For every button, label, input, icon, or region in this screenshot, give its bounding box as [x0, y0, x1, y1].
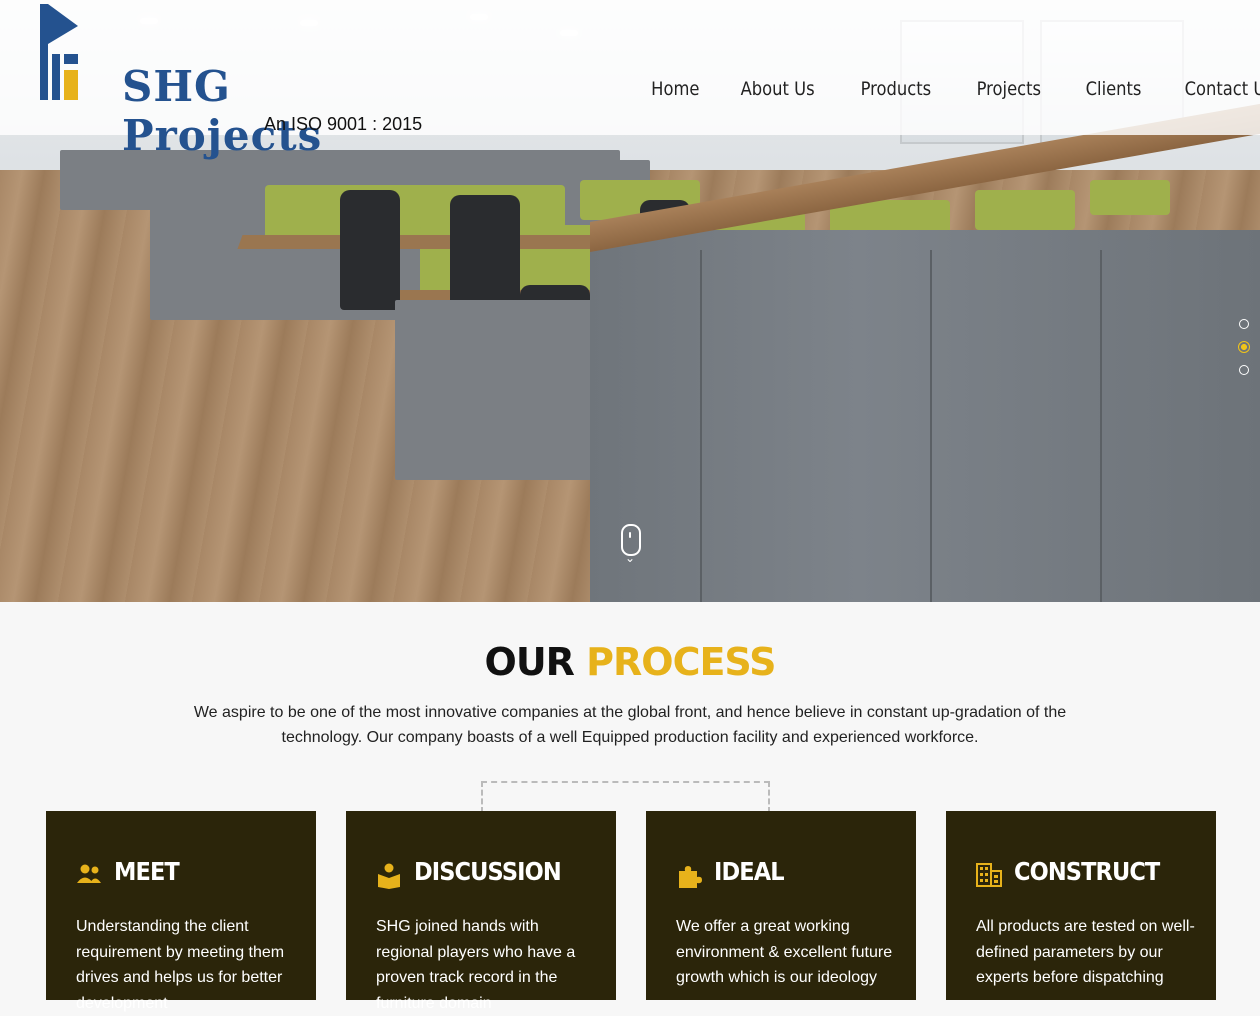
section-title: OUR PROCESS — [0, 640, 1260, 684]
book-reader-icon — [376, 863, 402, 889]
puzzle-icon — [676, 863, 702, 889]
building-icon — [976, 863, 1002, 889]
card-text: All products are tested on well-defined … — [976, 918, 1195, 986]
process-card-ideal: IDEAL We offer a great working environme… — [646, 811, 916, 1000]
nav-contact-us[interactable]: Contact Us — [1170, 78, 1260, 100]
office-chair — [340, 190, 400, 310]
card-text: Understanding the client requirement by … — [76, 918, 285, 1012]
process-card-meet: MEET Understanding the client requiremen… — [46, 811, 316, 1012]
office-desk-row — [395, 300, 595, 480]
process-card-construct: CONSTRUCT All products are tested on wel… — [946, 811, 1216, 1000]
card-title: IDEAL — [714, 857, 785, 886]
hero-slider: SHG Projects An ISO 9001 : 2015 Home Abo… — [0, 0, 1260, 602]
slider-dot[interactable] — [1239, 365, 1249, 375]
brand-tagline: An ISO 9001 : 2015 — [264, 114, 423, 134]
process-connector — [481, 781, 770, 813]
chevron-down-icon: ⌄ — [625, 551, 636, 565]
cabinet-seam — [700, 250, 702, 602]
section-title-dark: OUR — [484, 640, 575, 684]
nav-clients[interactable]: Clients — [1071, 78, 1156, 100]
nav-about-us[interactable]: About Us — [726, 78, 829, 100]
logo-flag-icon — [40, 4, 78, 100]
users-icon — [76, 863, 102, 889]
section-description: We aspire to be one of the most innovati… — [193, 704, 1067, 746]
slider-dot[interactable] — [1239, 319, 1249, 329]
nav-projects[interactable]: Projects — [962, 78, 1056, 100]
slider-dot-active[interactable] — [1238, 341, 1250, 353]
card-text: We offer a great working environment & e… — [676, 918, 893, 986]
desk-partition — [1090, 180, 1170, 215]
cabinet-seam — [930, 250, 932, 602]
card-title: CONSTRUCT — [1014, 857, 1160, 886]
main-nav: Home About Us Products Projects Clients … — [640, 78, 1260, 100]
card-text: SHG joined hands with regional players w… — [376, 918, 576, 1012]
card-title: MEET — [114, 857, 180, 886]
brand-name: SHG Projects — [122, 62, 323, 160]
desk-partition — [975, 190, 1075, 230]
card-title: DISCUSSION — [414, 857, 562, 886]
nav-products[interactable]: Products — [846, 78, 946, 100]
cabinet-seam — [1100, 250, 1102, 602]
brand-logo[interactable]: SHG Projects An ISO 9001 : 2015 — [38, 4, 438, 160]
desk-top — [237, 235, 643, 249]
process-card-discussion: DISCUSSION SHG joined hands with regiona… — [346, 811, 616, 1012]
storage-cabinet — [590, 230, 1260, 602]
slider-pagination — [1238, 319, 1250, 387]
nav-home[interactable]: Home — [640, 78, 714, 100]
section-title-accent: PROCESS — [586, 640, 776, 684]
